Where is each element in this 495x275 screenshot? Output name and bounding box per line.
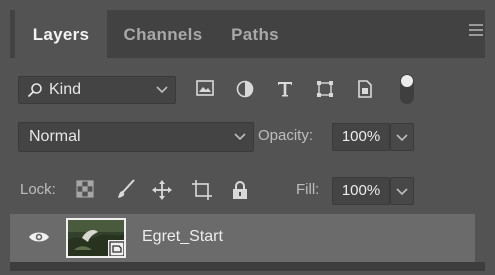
layer-filter-row: Kind	[10, 58, 485, 116]
layer-name[interactable]: Egret_Start	[142, 228, 223, 246]
lock-artboard-icon[interactable]	[192, 180, 212, 200]
tab-layers[interactable]: Layers	[15, 10, 107, 58]
pixel-layer-filter-icon[interactable]	[196, 80, 214, 96]
chevron-down-icon	[156, 86, 168, 94]
chevron-down-icon	[234, 133, 246, 141]
filter-kind-label: Kind	[49, 81, 82, 98]
smart-object-badge-icon	[108, 240, 124, 256]
blend-row: Normal Opacity: 100%	[10, 116, 485, 164]
filter-kind-select[interactable]: Kind	[18, 76, 176, 104]
panel-menu-icon[interactable]	[469, 24, 483, 36]
layer-thumbnail[interactable]	[66, 218, 126, 258]
opacity-label: Opacity:	[258, 127, 314, 144]
lock-position-icon[interactable]	[152, 180, 172, 200]
opacity-dropdown-button[interactable]	[390, 123, 414, 151]
panel-tab-bar: Layers Channels Paths	[10, 10, 485, 58]
lock-all-icon[interactable]	[232, 180, 248, 200]
layer-row[interactable]: Egret_Start	[10, 214, 475, 262]
fill-dropdown-button[interactable]	[390, 177, 414, 205]
type-layer-filter-icon[interactable]	[276, 80, 294, 98]
tab-channels[interactable]: Channels	[107, 10, 219, 58]
toggle-knob	[401, 75, 413, 87]
lock-image-pixels-icon[interactable]	[116, 178, 136, 200]
blend-mode-value: Normal	[29, 128, 81, 145]
lock-transparent-pixels-icon[interactable]	[76, 180, 94, 198]
smart-object-filter-icon[interactable]	[356, 80, 374, 98]
fill-input[interactable]: 100%	[332, 177, 390, 205]
blend-mode-select[interactable]: Normal	[18, 122, 254, 152]
lock-label: Lock:	[20, 181, 56, 198]
opacity-input[interactable]: 100%	[332, 123, 390, 151]
layers-panel: Layers Channels Paths Kind Normal Opacit…	[10, 10, 485, 271]
chevron-down-icon	[396, 134, 408, 142]
chevron-down-icon	[396, 188, 408, 196]
fill-label: Fill:	[296, 181, 320, 198]
adjustment-layer-filter-icon[interactable]	[236, 80, 254, 98]
shape-layer-filter-icon[interactable]	[316, 80, 334, 98]
panel-bottom-edge	[10, 262, 485, 271]
tab-paths[interactable]: Paths	[219, 10, 291, 58]
search-icon	[27, 83, 42, 98]
lock-row: Lock: Fill: 100%	[10, 164, 485, 214]
filter-toggle-switch[interactable]	[400, 74, 414, 104]
visibility-eye-icon[interactable]	[28, 230, 50, 244]
